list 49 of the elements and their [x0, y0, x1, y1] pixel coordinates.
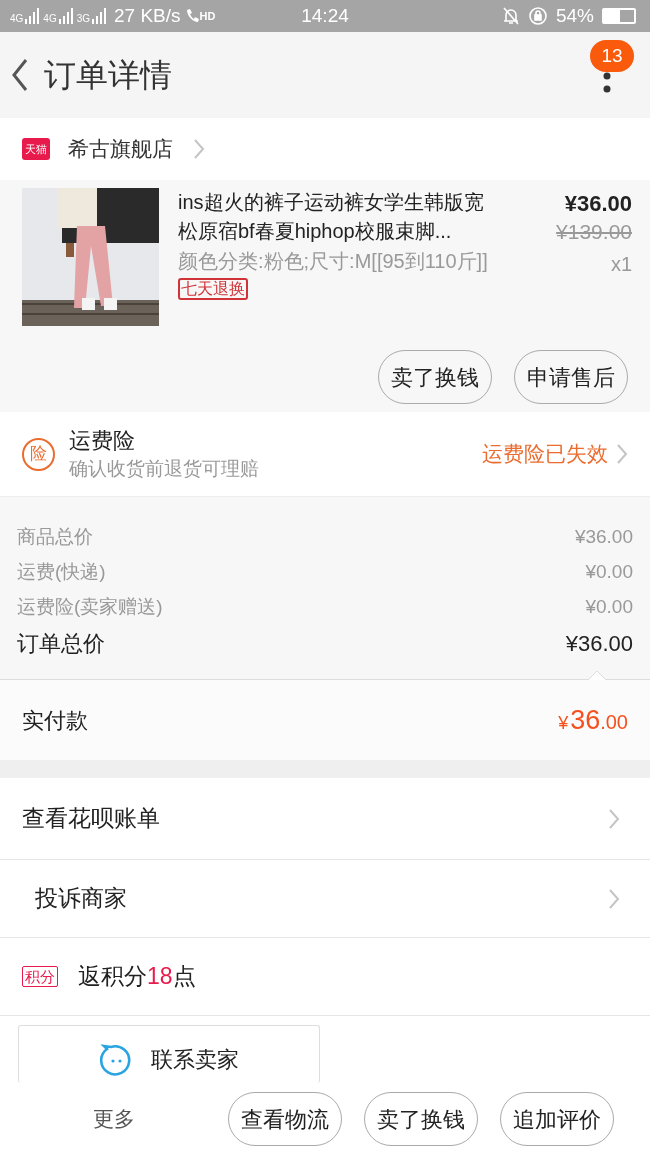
- muted-bell-icon: [501, 6, 520, 26]
- menu-row[interactable]: 查看花呗账单: [0, 778, 650, 860]
- cost-label: 运费(快递): [17, 560, 106, 584]
- more-menu-icon[interactable]: [602, 72, 612, 94]
- phone-icon: [184, 8, 199, 24]
- network-label: 4G: [10, 14, 24, 24]
- insurance-title: 运费险: [69, 427, 136, 455]
- paid-label: 实付款: [22, 706, 88, 735]
- network-label: 3G: [76, 14, 91, 24]
- cost-value: ¥0.00: [585, 560, 633, 584]
- network-speed: 27 KB/s: [114, 3, 181, 28]
- paid-amount: ¥36.00: [558, 703, 628, 737]
- hd-label: HD: [199, 8, 216, 24]
- chevron-right-icon: [608, 887, 620, 910]
- clock: 14:24: [300, 3, 350, 28]
- insurance-subtitle: 确认收货前退货可理赔: [69, 457, 260, 481]
- product-title[interactable]: ins超火的裤子运动裤女学生韩版宽松原宿bf春夏hiphop校服束脚...: [178, 188, 496, 246]
- product-spec: 颜色分类:粉色;尺寸:M[[95到110斤]]: [178, 249, 489, 274]
- cost-value: ¥36.00: [574, 525, 633, 549]
- chevron-right-icon: [608, 807, 620, 830]
- menu-row[interactable]: 投诉商家: [0, 860, 650, 938]
- signal-icon: [58, 8, 73, 24]
- original-price: ¥139.00: [556, 219, 632, 245]
- cost-label: 商品总价: [17, 525, 93, 549]
- shop-link[interactable]: 希古旗舰店: [68, 133, 205, 165]
- battery-icon: [602, 8, 636, 24]
- return-policy-tag: 七天退换: [178, 278, 248, 300]
- product-price: ¥36.00: [564, 190, 632, 218]
- cost-value: ¥0.00: [585, 595, 633, 619]
- notification-badge: 13: [590, 40, 634, 72]
- chat-face-icon: [99, 1044, 133, 1078]
- rotation-lock-icon: [527, 6, 548, 26]
- battery-percent: 54%: [555, 3, 594, 28]
- tmall-badge: 天猫: [22, 138, 50, 160]
- points-text: 返积分18点: [78, 962, 196, 992]
- contact-seller-button[interactable]: 联系卖家: [18, 1025, 320, 1083]
- more-button[interactable]: 更多: [0, 1103, 228, 1135]
- page-title: 订单详情: [44, 56, 172, 95]
- total-value: ¥36.00: [565, 630, 633, 658]
- points-badge: 积分: [22, 966, 58, 987]
- signal-icon: [25, 8, 40, 24]
- quantity: x1: [610, 252, 632, 277]
- signal-icon: [92, 8, 107, 24]
- insurance-icon: 险: [22, 437, 55, 471]
- network-label: 4G: [43, 14, 57, 24]
- total-label: 订单总价: [17, 630, 105, 658]
- cost-label: 运费险(卖家赠送): [17, 595, 163, 619]
- chevron-right-icon: [616, 443, 628, 465]
- chevron-right-icon: [193, 138, 205, 160]
